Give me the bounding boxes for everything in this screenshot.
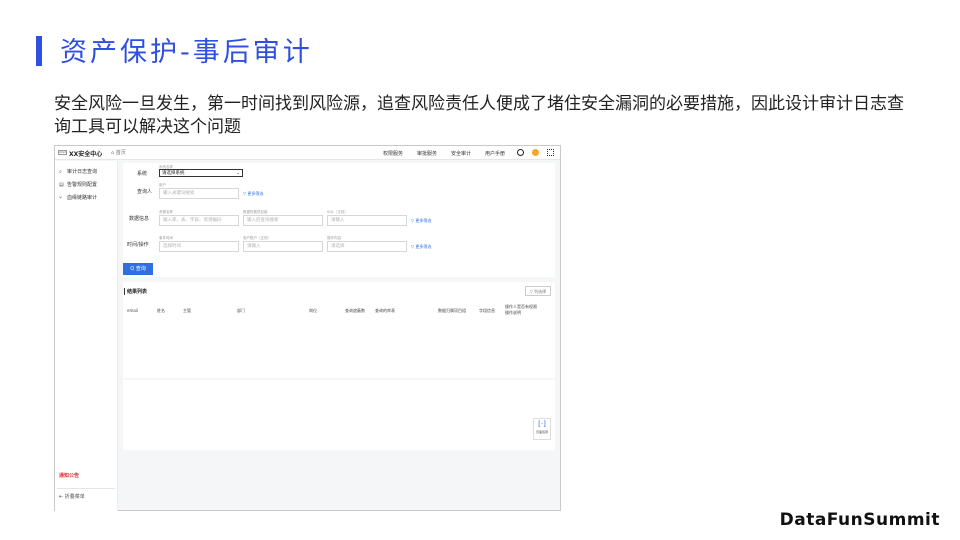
slide-title: 资产保护-事后审计 <box>60 37 313 68</box>
slide-body-text: 安全风险一旦发生，第一时间找到风险源，追查风险责任人便成了堵住安全漏洞的必要措施… <box>54 94 904 137</box>
results-empty-area <box>123 380 555 450</box>
resource-input[interactable]: 输入库、表、字段、资源编码 <box>159 215 239 226</box>
app-screenshot: LOGO XX安全中心 ⌂ 首页 权限服务 审批服务 安全审计 用户手册 ⌕ 审计… <box>54 145 561 511</box>
sidebar-item-audit-log[interactable]: ⌕ 审计日志查询 <box>59 168 97 175</box>
user-avatar-icon[interactable] <box>532 149 539 156</box>
query-button[interactable]: Q 查询 <box>123 263 153 275</box>
column-select-button[interactable]: ▽ 列选择 <box>525 286 551 296</box>
column-header-mask-count: 查询遮蔽数 <box>345 308 365 313</box>
rules-icon: ▤ <box>59 182 64 188</box>
system-label: 系统 <box>137 171 148 177</box>
user-input[interactable]: 输入关键词搜索 <box>159 188 239 199</box>
sidebar-item-label: 告警规则配置 <box>67 182 98 188</box>
sidebar-item-label: 血缘链路审计 <box>67 195 98 201</box>
sidebar: ⌕ 审计日志查询 ▤ 告警规则配置 ⑂ 血缘链路审计 通知公告 ⇤ 折叠菜单 <box>55 161 118 511</box>
notice-link[interactable]: 通知公告 <box>59 472 79 479</box>
more-filter-link-2[interactable]: ▽ 更多筛选 <box>411 218 431 224</box>
column-header-email: email <box>127 308 139 313</box>
column-header-project: 数据归属项目组 <box>438 308 466 313</box>
column-header-name: 姓名 <box>157 308 165 313</box>
brand-logo: DataFunSummit <box>779 510 940 530</box>
query-form: 系统 系统名称 请选择系统 ⌄ 查询人 用户 输入关键词搜索 ▽ 更多筛选 数据信… <box>123 163 555 277</box>
more-filter-link-3[interactable]: ▽ 更多筛选 <box>411 244 431 250</box>
data-info-label: 数据信息 <box>129 216 150 222</box>
home-breadcrumb[interactable]: ⌂ 首页 <box>111 149 126 156</box>
search-icon: ⌕ <box>59 169 62 175</box>
column-header-action-desc: 操作说明 <box>505 310 521 315</box>
nav-permission-service[interactable]: 权限服务 <box>383 150 403 157</box>
nav-security-audit[interactable]: 安全审计 <box>451 150 471 157</box>
nav-user-manual[interactable]: 用户手册 <box>485 150 505 157</box>
column-header-fields: 字段信息 <box>479 308 495 313</box>
collapse-menu-button[interactable]: ⇤ 折叠菜单 <box>59 493 85 500</box>
more-filter-link-1[interactable]: ▽ 更多筛选 <box>243 191 263 197</box>
column-header-manager: 主管 <box>183 308 191 313</box>
querier-label: 查询人 <box>137 189 153 195</box>
refresh-icon[interactable] <box>517 149 524 156</box>
chevron-down-icon: ⌄ <box>236 171 240 176</box>
top-bar: LOGO XX安全中心 ⌂ 首页 权限服务 审批服务 安全审计 用户手册 <box>55 146 560 160</box>
branch-icon: ⑂ <box>59 195 63 201</box>
title-accent-bar <box>36 36 42 66</box>
column-header-department: 部门 <box>237 308 245 313</box>
results-title: 结果列表 <box>124 288 147 295</box>
event-time-input[interactable]: 选择时间 <box>159 241 239 252</box>
column-header-tables: 查询的库表 <box>375 308 395 313</box>
screenshot-icon: [·] <box>538 420 546 428</box>
column-header-position: 岗位 <box>309 308 317 313</box>
grid-icon[interactable] <box>547 149 554 156</box>
action-select[interactable]: 请选择 <box>327 241 407 252</box>
screenshot-label: 页面截屏 <box>535 430 548 434</box>
sidebar-divider <box>57 488 115 489</box>
home-label: 首页 <box>115 150 126 156</box>
time-action-label: 时间/操作 <box>127 242 149 248</box>
sidebar-item-lineage-audit[interactable]: ⑂ 血缘链路审计 <box>59 194 97 201</box>
app-title: XX安全中心 <box>69 151 103 158</box>
sidebar-item-alert-rules[interactable]: ▤ 告警规则配置 <box>59 181 97 188</box>
results-panel: 结果列表 ▽ 列选择 email 姓名 主管 部门 岗位 查询遮蔽数 查询的库表… <box>123 282 555 378</box>
target-input[interactable]: 输入后查询搜索 <box>243 215 323 226</box>
screenshot-fab[interactable]: [·] 页面截屏 <box>533 418 551 440</box>
system-select[interactable]: 请选择系统 ⌄ <box>159 169 243 177</box>
app-logo: LOGO <box>58 150 67 155</box>
sidebar-item-label: 审计日志查询 <box>67 169 98 175</box>
sql-input[interactable]: 请输入 <box>327 215 407 226</box>
user-account-input[interactable]: 请输入 <box>243 241 323 252</box>
nav-approval-service[interactable]: 审批服务 <box>417 150 437 157</box>
